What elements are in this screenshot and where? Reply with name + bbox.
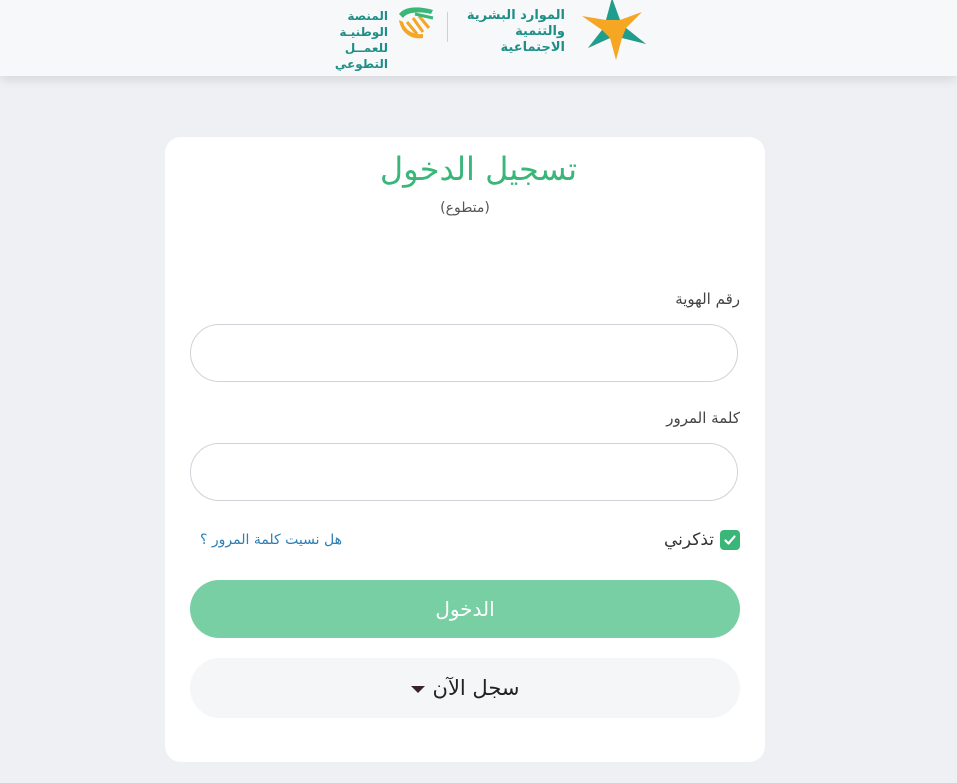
register-label: سجل الآن — [432, 676, 520, 700]
page-subtitle: (متطوع) — [440, 200, 490, 216]
id-number-label: رقم الهوية — [675, 290, 740, 308]
caret-down-icon — [410, 685, 425, 693]
platform-logo-icon — [399, 7, 434, 39]
remember-me-label: تذكرني — [663, 530, 714, 550]
id-number-input[interactable] — [190, 324, 738, 382]
platform-name-line1: المنصة الوطنيـة — [339, 9, 388, 39]
platform-name: المنصة الوطنيـة للعمــل التطوعي — [300, 8, 388, 72]
platform-name-line2: للعمــل التطوعي — [334, 41, 388, 71]
remember-me-checkbox[interactable] — [720, 530, 740, 550]
top-header: الموارد البشرية والتنمية الاجتماعية المن… — [0, 0, 957, 76]
remember-me[interactable]: تذكرني — [664, 530, 740, 550]
ministry-name-line1: الموارد البشرية — [466, 8, 565, 23]
ministry-logo-icon — [582, 0, 646, 60]
ministry-name: الموارد البشرية والتنمية الاجتماعية — [455, 8, 565, 56]
ministry-name-line2: والتنمية الاجتماعية — [500, 24, 565, 55]
login-button[interactable]: الدخول — [190, 580, 740, 638]
page-title: تسجيل الدخول — [379, 150, 578, 188]
logo-divider — [447, 12, 448, 42]
password-label: كلمة المرور — [666, 409, 740, 427]
checkmark-icon — [724, 535, 736, 545]
forgot-password-link[interactable]: هل نسيت كلمة المرور ؟ — [200, 532, 342, 548]
register-button[interactable]: سجل الآن — [190, 658, 740, 718]
password-input[interactable] — [190, 443, 738, 501]
